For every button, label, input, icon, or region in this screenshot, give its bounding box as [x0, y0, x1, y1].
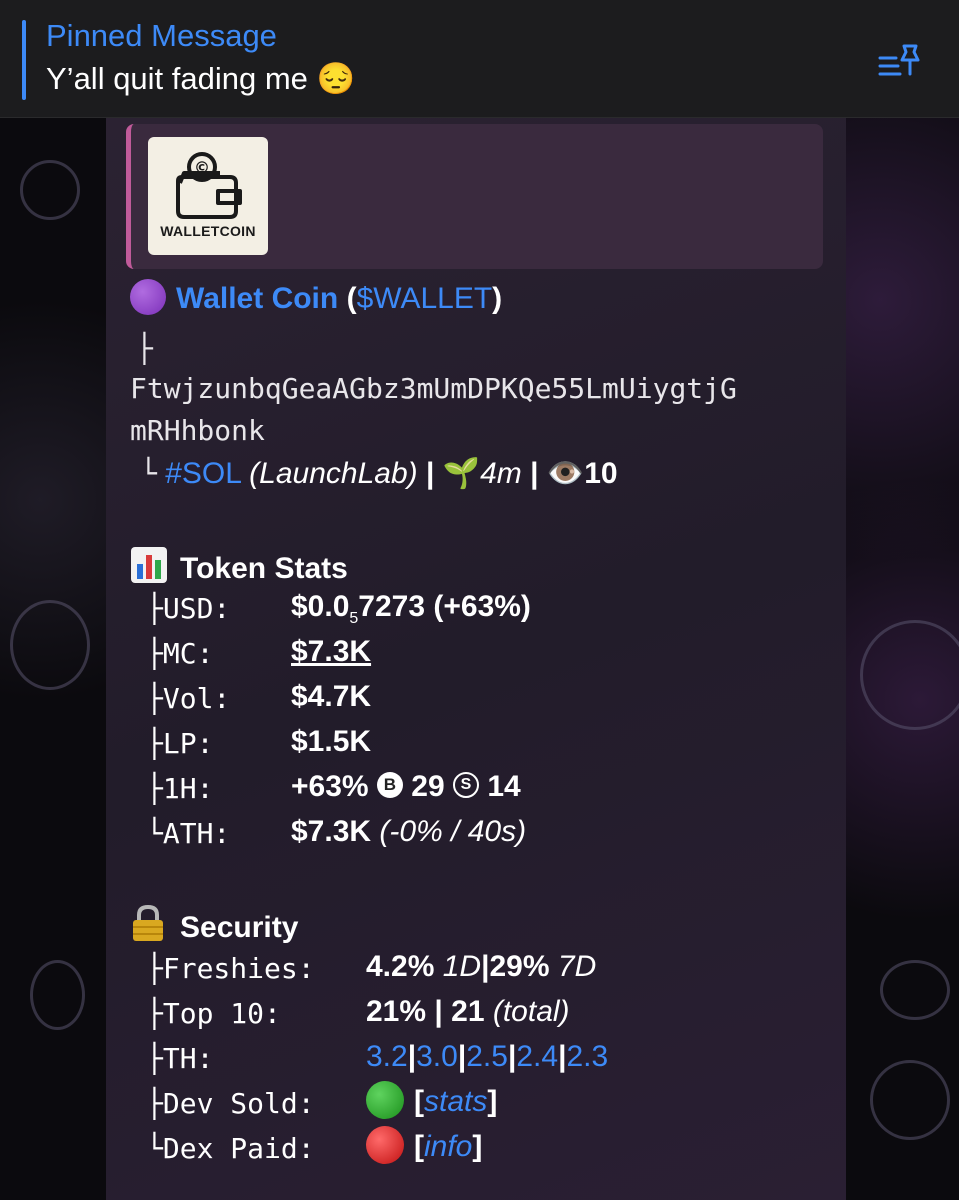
th-sep: |	[457, 1040, 467, 1073]
wallpaper-doodle	[10, 600, 90, 690]
wallpaper-doodle	[870, 1060, 950, 1140]
th-value-link[interactable]: 3.0	[416, 1040, 458, 1073]
wallpaper-doodle	[860, 620, 959, 730]
seedling-icon: 🌱	[442, 457, 481, 490]
freshies-1d-unit: 1D	[442, 950, 482, 983]
dev-sold-value: [stats]	[366, 1081, 498, 1122]
top10-count: 21	[451, 995, 485, 1028]
token-name-link[interactable]: Wallet Coin	[176, 282, 338, 315]
pinned-message-bar[interactable]: Pinned Message Y’all quit fading me 😔	[0, 0, 959, 118]
view-count: 10	[584, 457, 618, 490]
token-meta-line: └ #SOL (LaunchLab) | 🌱4m | 👁️10	[140, 456, 618, 491]
freshies-7d-unit: 7D	[557, 950, 597, 983]
freshies-7d: 29%	[489, 950, 550, 983]
paren-close: )	[492, 282, 503, 315]
usd-value-prefix: $0.0	[291, 590, 350, 623]
th-sep: |	[558, 1040, 567, 1073]
buys-icon: B	[376, 772, 403, 799]
freshies-label: ├Freshies:	[146, 952, 315, 985]
wallpaper-doodle	[30, 960, 85, 1030]
tree-branch-top: ├	[136, 332, 153, 365]
lp-value: $1.5K	[291, 725, 372, 758]
mc-label: ├MC:	[146, 637, 214, 670]
eye-icon: 👁️	[546, 457, 585, 490]
wallet-icon: ©	[176, 152, 242, 219]
tree-branch-end: └	[140, 457, 157, 490]
th-values: 3.2|3.0|2.5|2.4|2.3	[366, 1040, 608, 1074]
lock-icon	[133, 904, 163, 941]
security-title: Security	[180, 911, 299, 944]
vol-value: $4.7K	[291, 680, 372, 713]
top10-value: 21% | 21 (total)	[366, 995, 570, 1029]
th-value-link[interactable]: 2.5	[466, 1040, 508, 1073]
dex-paid-label: └Dex Paid:	[146, 1132, 315, 1165]
freshies-1d: 4.2%	[366, 950, 435, 983]
th-value-link[interactable]: 3.2	[366, 1040, 408, 1073]
dev-sold-label: ├Dev Sold:	[146, 1087, 315, 1120]
dex-paid-value: [info]	[366, 1126, 483, 1167]
bracket-close: ]	[487, 1084, 498, 1118]
token-ticker-link[interactable]: $WALLET	[357, 282, 493, 315]
wallpaper-doodle	[880, 960, 950, 1020]
pinned-text: Y’all quit fading me 😔	[46, 61, 356, 96]
wallpaper-doodle	[20, 160, 80, 220]
token-address-line2[interactable]: mRHhbonk	[130, 414, 265, 447]
paren-open: (	[346, 282, 357, 315]
usd-label: ├USD:	[146, 592, 231, 625]
purple-circle-icon	[130, 279, 166, 316]
top10-percent: 21%	[366, 995, 427, 1028]
h1-buys: 29	[411, 770, 445, 803]
vol-label: ├Vol:	[146, 682, 231, 715]
security-heading: Security	[130, 903, 298, 945]
token-stats-heading: Token Stats	[130, 546, 348, 586]
top10-label: ├Top 10:	[146, 997, 281, 1030]
chain-hashtag[interactable]: #SOL	[165, 457, 241, 490]
h1-change: +63%	[291, 770, 369, 803]
pinned-list-icon[interactable]	[876, 40, 928, 82]
top10-total: (total)	[492, 995, 570, 1028]
th-sep: |	[407, 1040, 417, 1073]
pinned-title: Pinned Message	[46, 18, 277, 53]
ath-value: $7.3K (-0% / 40s)	[291, 815, 526, 849]
token-title-line: Wallet Coin ($WALLET)	[130, 279, 503, 318]
ath-label: └ATH:	[146, 817, 231, 850]
walletcoin-logo[interactable]: © WALLETCOIN	[148, 137, 268, 255]
bracket-close: ]	[472, 1129, 483, 1163]
sells-icon: S	[452, 772, 479, 799]
h1-label: ├1H:	[146, 772, 214, 805]
token-stats-title: Token Stats	[180, 552, 348, 585]
separator: |	[530, 457, 539, 490]
bracket-open: [	[414, 1129, 424, 1163]
dex-info-link[interactable]: info	[424, 1130, 472, 1163]
pinned-accent-line	[22, 20, 26, 100]
bar-chart-icon	[131, 547, 167, 583]
th-value-link[interactable]: 2.3	[567, 1040, 609, 1073]
green-circle-icon	[366, 1081, 404, 1119]
ath-detail: (-0% / 40s)	[379, 815, 527, 848]
ath-price: $7.3K	[291, 815, 372, 848]
token-age: 4m	[480, 457, 522, 490]
bracket-open: [	[414, 1084, 424, 1118]
usd-value: $0.057273 (+63%)	[291, 590, 531, 628]
message-bubble	[106, 118, 846, 1200]
h1-value: +63% B 29 S 14	[291, 770, 521, 804]
svg-text:©: ©	[194, 158, 210, 177]
logo-label: WALLETCOIN	[160, 223, 256, 239]
mc-value-link[interactable]: $7.3K	[291, 635, 371, 669]
usd-value-suffix: 7273 (+63%)	[358, 590, 531, 623]
freshies-sep: |	[481, 950, 490, 983]
lp-label: ├LP:	[146, 727, 214, 760]
th-label: ├TH:	[146, 1042, 214, 1075]
token-address-line1[interactable]: FtwjzunbqGeaAGbz3mUmDPKQe55LmUiygtjG	[130, 372, 737, 405]
separator: |	[425, 457, 435, 490]
launchpad-label: (LaunchLab)	[249, 457, 418, 490]
h1-sells: 14	[487, 770, 521, 803]
red-circle-icon	[366, 1126, 404, 1164]
top10-sep: |	[434, 995, 443, 1028]
th-value-link[interactable]: 2.4	[516, 1040, 558, 1073]
dev-stats-link[interactable]: stats	[424, 1085, 487, 1118]
freshies-value: 4.2% 1D|29% 7D	[366, 950, 596, 984]
usd-value-subscript: 5	[349, 610, 359, 627]
